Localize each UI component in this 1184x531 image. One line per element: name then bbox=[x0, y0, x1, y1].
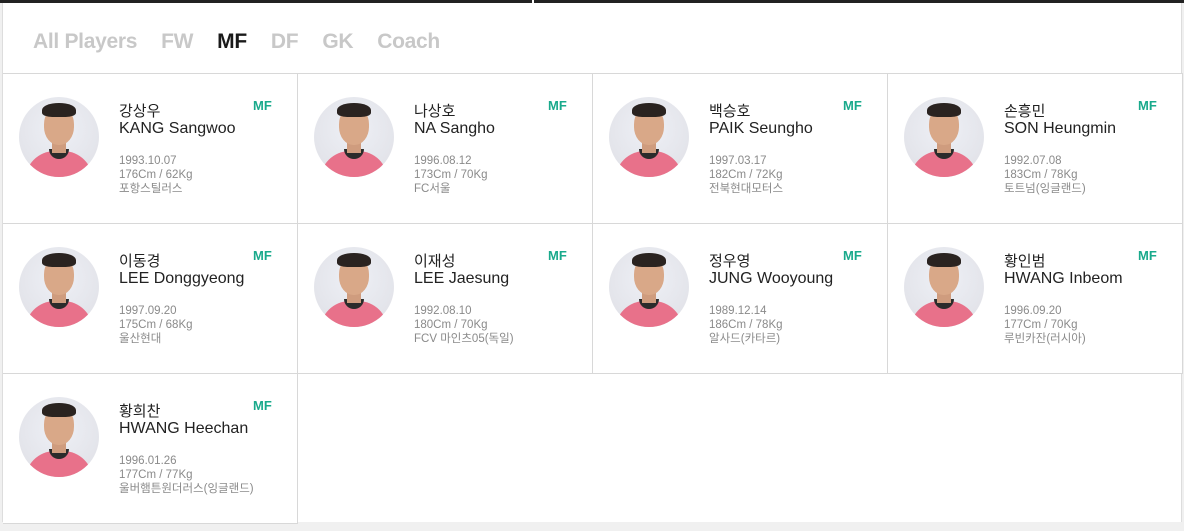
player-korean-name: 이동경 bbox=[119, 252, 161, 270]
player-english-name: HWANG Heechan bbox=[119, 420, 249, 437]
player-photo bbox=[314, 247, 394, 327]
player-korean-name: 정우영 bbox=[709, 252, 751, 270]
player-height-weight: 183Cm / 78Kg bbox=[1004, 169, 1078, 181]
player-meta: 1997.03.17 182Cm / 72Kg 전북현대모터스 bbox=[709, 154, 783, 196]
player-english-name: KANG Sangwoo bbox=[119, 120, 236, 137]
player-club: FCV 마인츠05(독일) bbox=[414, 333, 514, 345]
player-height-weight: 186Cm / 78Kg bbox=[709, 319, 783, 331]
player-photo bbox=[314, 97, 394, 177]
player-english-name: NA Sangho bbox=[414, 120, 495, 137]
position-badge: MF bbox=[253, 398, 272, 413]
player-birthdate: 1996.01.26 bbox=[119, 455, 177, 467]
player-english-name: LEE Donggyeong bbox=[119, 270, 245, 287]
player-club: FC서울 bbox=[414, 183, 451, 195]
player-card[interactable]: 이동경 LEE Donggyeong MF 1997.09.20 175Cm /… bbox=[3, 224, 298, 374]
player-meta: 1992.07.08 183Cm / 78Kg 토트넘(잉글랜드) bbox=[1004, 154, 1086, 196]
player-photo bbox=[19, 397, 99, 477]
tab-fw[interactable]: FW bbox=[161, 30, 193, 54]
player-club: 울버햄튼원더러스(잉글랜드) bbox=[119, 483, 254, 495]
position-badge: MF bbox=[843, 248, 862, 263]
position-badge: MF bbox=[548, 98, 567, 113]
player-birthdate: 1997.03.17 bbox=[709, 155, 767, 167]
tab-gk[interactable]: GK bbox=[322, 30, 353, 54]
player-photo bbox=[19, 247, 99, 327]
player-birthdate: 1993.10.07 bbox=[119, 155, 177, 167]
player-meta: 1996.01.26 177Cm / 77Kg 울버햄튼원더러스(잉글랜드) bbox=[119, 454, 254, 496]
player-birthdate: 1996.09.20 bbox=[1004, 305, 1062, 317]
player-birthdate: 1989.12.14 bbox=[709, 305, 767, 317]
position-badge: MF bbox=[253, 248, 272, 263]
player-english-name: LEE Jaesung bbox=[414, 270, 510, 287]
player-meta: 1993.10.07 176Cm / 62Kg 포항스틸러스 bbox=[119, 154, 193, 196]
player-height-weight: 173Cm / 70Kg bbox=[414, 169, 488, 181]
player-club: 알사드(카타르) bbox=[709, 333, 781, 345]
player-photo bbox=[904, 97, 984, 177]
player-height-weight: 177Cm / 70Kg bbox=[1004, 319, 1078, 331]
player-club: 전북현대모터스 bbox=[709, 183, 784, 195]
player-korean-name: 황인범 bbox=[1004, 252, 1046, 270]
player-height-weight: 182Cm / 72Kg bbox=[709, 169, 783, 181]
player-korean-name: 나상호 bbox=[414, 102, 456, 120]
player-meta: 1996.09.20 177Cm / 70Kg 루빈카잔(러시아) bbox=[1004, 304, 1086, 346]
player-card[interactable]: 나상호 NA Sangho MF 1996.08.12 173Cm / 70Kg… bbox=[298, 74, 593, 224]
player-english-name: PAIK Seungho bbox=[709, 120, 813, 137]
player-korean-name: 강상우 bbox=[119, 102, 161, 120]
position-badge: MF bbox=[1138, 248, 1157, 263]
tab-coach[interactable]: Coach bbox=[377, 30, 440, 54]
player-card[interactable]: 이재성 LEE Jaesung MF 1992.08.10 180Cm / 70… bbox=[298, 224, 593, 374]
player-club: 포항스틸러스 bbox=[119, 183, 183, 195]
tab-mf[interactable]: MF bbox=[217, 30, 247, 54]
player-photo bbox=[904, 247, 984, 327]
player-card[interactable]: 황희찬 HWANG Heechan MF 1996.01.26 177Cm / … bbox=[3, 374, 298, 524]
position-badge: MF bbox=[548, 248, 567, 263]
players-panel: All Players FW MF DF GK Coach 강상우 KANG S… bbox=[2, 3, 1183, 524]
player-english-name: SON Heungmin bbox=[1004, 120, 1117, 137]
tab-all-players[interactable]: All Players bbox=[33, 30, 137, 54]
player-grid: 강상우 KANG Sangwoo MF 1993.10.07 176Cm / 6… bbox=[3, 73, 1183, 524]
player-birthdate: 1997.09.20 bbox=[119, 305, 177, 317]
player-height-weight: 176Cm / 62Kg bbox=[119, 169, 193, 181]
player-club: 루빈카잔(러시아) bbox=[1004, 333, 1086, 345]
player-club: 울산현대 bbox=[119, 333, 162, 345]
player-korean-name: 황희찬 bbox=[119, 402, 161, 420]
player-card[interactable]: 황인범 HWANG Inbeom MF 1996.09.20 177Cm / 7… bbox=[888, 224, 1183, 374]
player-birthdate: 1992.07.08 bbox=[1004, 155, 1062, 167]
player-meta: 1997.09.20 175Cm / 68Kg 울산현대 bbox=[119, 304, 193, 346]
position-badge: MF bbox=[253, 98, 272, 113]
player-english-name: HWANG Inbeom bbox=[1004, 270, 1123, 287]
position-filter-tabs: All Players FW MF DF GK Coach bbox=[33, 27, 464, 57]
player-height-weight: 175Cm / 68Kg bbox=[119, 319, 193, 331]
position-badge: MF bbox=[1138, 98, 1157, 113]
player-korean-name: 백승호 bbox=[709, 102, 751, 120]
player-birthdate: 1996.08.12 bbox=[414, 155, 472, 167]
player-korean-name: 이재성 bbox=[414, 252, 456, 270]
player-photo bbox=[609, 247, 689, 327]
player-korean-name: 손흥민 bbox=[1004, 102, 1046, 120]
player-height-weight: 177Cm / 77Kg bbox=[119, 469, 193, 481]
player-card[interactable]: 강상우 KANG Sangwoo MF 1993.10.07 176Cm / 6… bbox=[3, 74, 298, 224]
player-english-name: JUNG Wooyoung bbox=[709, 270, 834, 287]
player-card[interactable]: 정우영 JUNG Wooyoung MF 1989.12.14 186Cm / … bbox=[593, 224, 888, 374]
tab-df[interactable]: DF bbox=[271, 30, 299, 54]
player-photo bbox=[19, 97, 99, 177]
player-birthdate: 1992.08.10 bbox=[414, 305, 472, 317]
player-photo bbox=[609, 97, 689, 177]
position-badge: MF bbox=[843, 98, 862, 113]
player-card[interactable]: 손흥민 SON Heungmin MF 1992.07.08 183Cm / 7… bbox=[888, 74, 1183, 224]
player-club: 토트넘(잉글랜드) bbox=[1004, 183, 1086, 195]
player-height-weight: 180Cm / 70Kg bbox=[414, 319, 488, 331]
player-meta: 1996.08.12 173Cm / 70Kg FC서울 bbox=[414, 154, 488, 196]
player-meta: 1989.12.14 186Cm / 78Kg 알사드(카타르) bbox=[709, 304, 783, 346]
player-card[interactable]: 백승호 PAIK Seungho MF 1997.03.17 182Cm / 7… bbox=[593, 74, 888, 224]
player-meta: 1992.08.10 180Cm / 70Kg FCV 마인츠05(독일) bbox=[414, 304, 514, 346]
